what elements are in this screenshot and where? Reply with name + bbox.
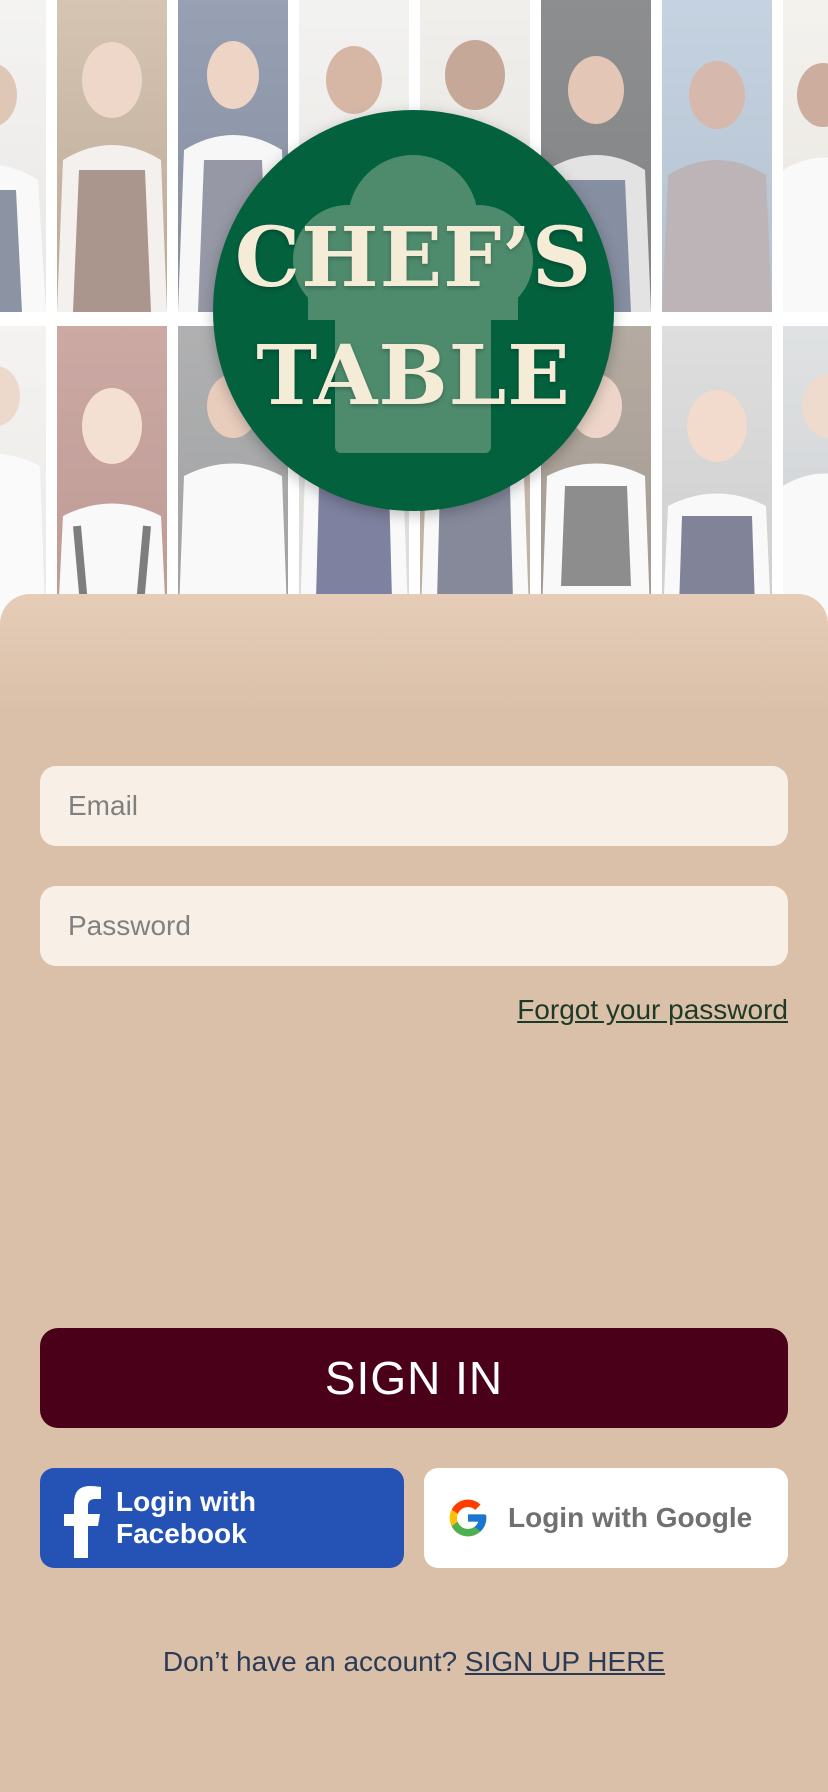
logo-title-line-1: CHEF’S [234, 210, 593, 306]
facebook-login-button[interactable]: Login with Facebook [40, 1468, 404, 1568]
chefs-table-logo: CHEF’S TABLE [213, 110, 614, 511]
sign-up-link[interactable]: SIGN UP HERE [465, 1646, 665, 1677]
sign-in-button[interactable]: SIGN IN [40, 1328, 788, 1428]
forgot-password-link[interactable]: Forgot your password [517, 994, 788, 1026]
google-login-label: Login with Google [508, 1502, 753, 1533]
facebook-icon [64, 1486, 101, 1558]
chef-hat-icon [293, 155, 533, 453]
signup-prompt: Don’t have an account? SIGN UP HERE [0, 1646, 828, 1678]
logo-title-line-2: TABLE [256, 328, 571, 424]
login-panel: Forgot your password SIGN IN Login with … [0, 594, 828, 1792]
signup-prompt-text: Don’t have an account? [162, 1646, 458, 1677]
google-login-button[interactable]: Login with Google [424, 1468, 788, 1568]
google-icon [449, 1499, 487, 1537]
email-input[interactable] [40, 766, 788, 846]
password-input[interactable] [40, 886, 788, 966]
facebook-login-label: Login with Facebook [116, 1486, 256, 1549]
